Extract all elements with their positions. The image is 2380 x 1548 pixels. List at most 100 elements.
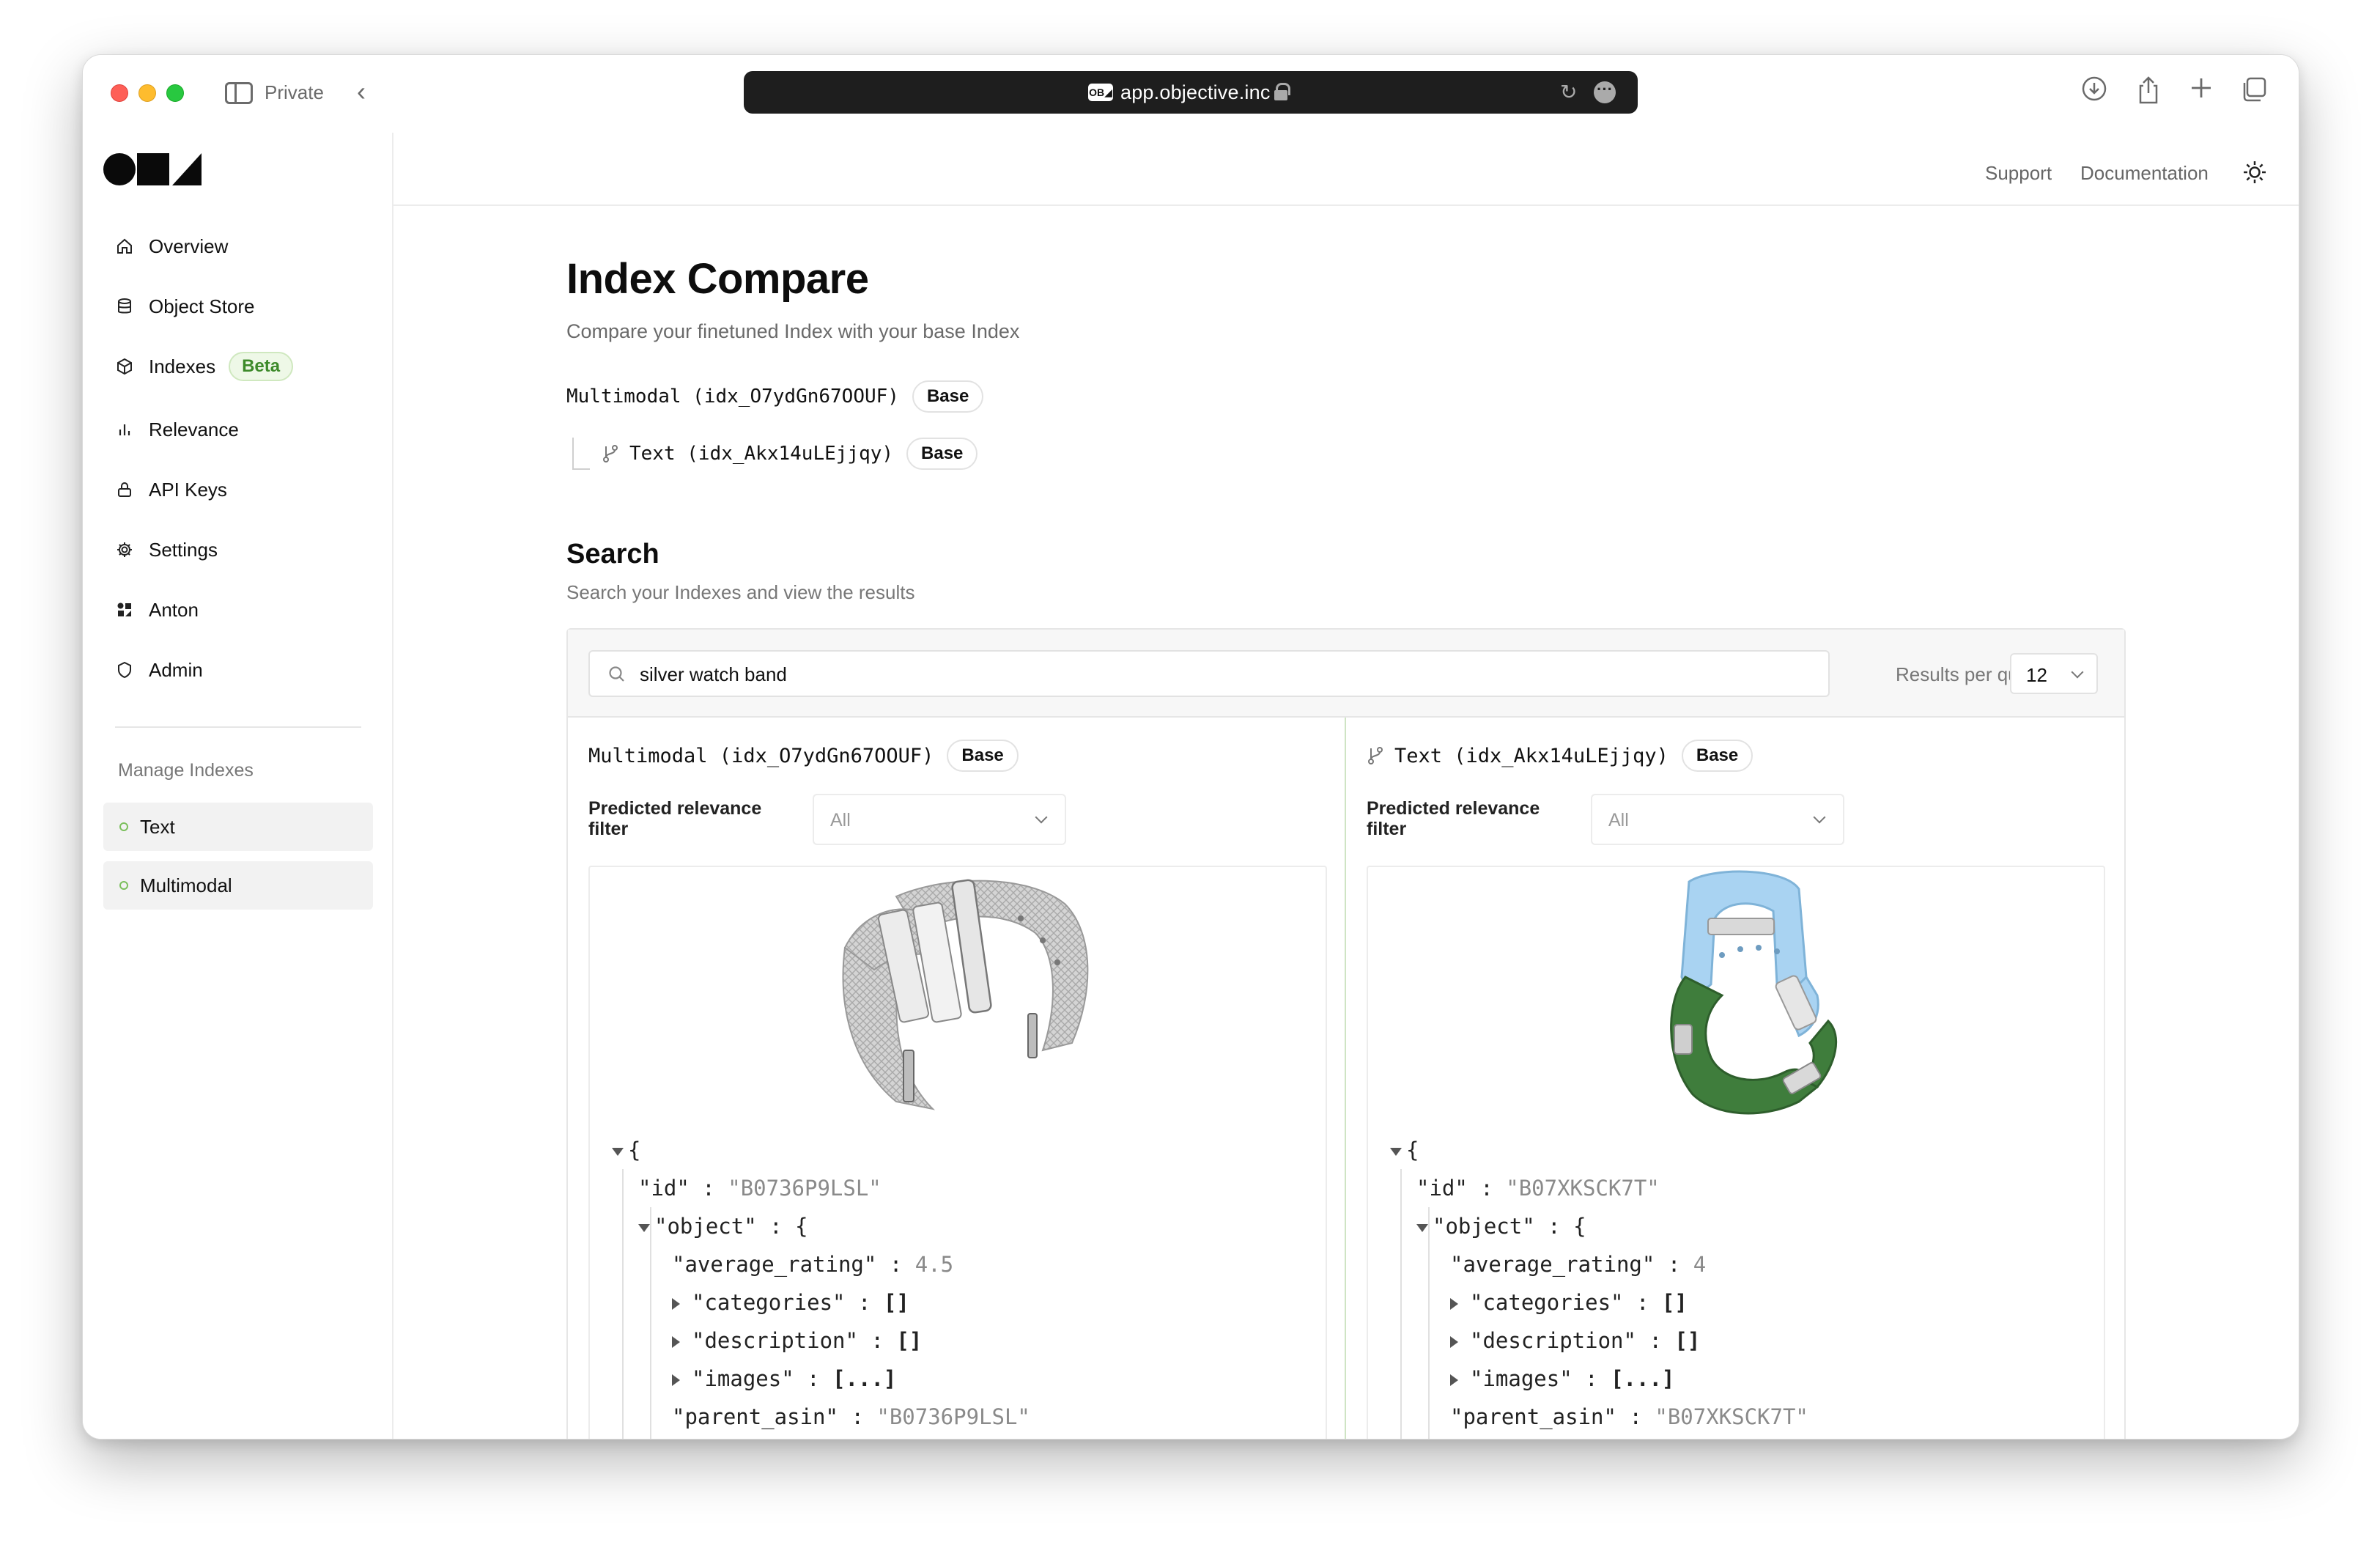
search-query-text[interactable]: silver watch band [640, 663, 787, 686]
expand-triangle-icon[interactable] [1450, 1298, 1458, 1310]
theme-toggle-sun-icon[interactable] [2242, 159, 2268, 185]
json-images-row[interactable]: "images" : [...] [1390, 1360, 1808, 1398]
sidebar-index-multimodal[interactable]: Multimodal [103, 861, 373, 910]
sidebar-index-text[interactable]: Text [103, 803, 373, 851]
search-input[interactable]: silver watch band [588, 650, 1830, 697]
json-images-row[interactable]: "images" : [...] [612, 1360, 1030, 1398]
collapse-triangle-icon[interactable] [1390, 1147, 1402, 1156]
chevron-down-icon [1813, 811, 1826, 824]
index-tree-connector [572, 438, 590, 470]
relevance-filter-select[interactable]: All [1591, 794, 1844, 845]
url-text[interactable]: app.objective.inc [1120, 81, 1271, 104]
nav-settings-label: Settings [149, 538, 218, 561]
results-per-query-select[interactable]: 12 [2010, 653, 2098, 694]
nav-overview-label: Overview [149, 235, 229, 257]
json-root[interactable]: { [612, 1131, 1030, 1169]
chevron-down-icon [1035, 811, 1048, 824]
column-header: Text (idx_Akx14uLEjjqy) Base [1367, 740, 1753, 772]
product-image-silicone-bands [1670, 870, 1838, 1115]
new-tab-icon[interactable] [2184, 75, 2218, 109]
json-rating-row: "average_rating" : 4 [1450, 1252, 1707, 1277]
nav-admin-label: Admin [149, 658, 203, 681]
nav-api-keys-label: API Keys [149, 478, 227, 501]
nav-indexes[interactable]: Indexes Beta [115, 348, 364, 385]
app-sidebar: Overview Object Store Indexes Beta Relev… [83, 133, 393, 1439]
search-icon [607, 665, 627, 684]
json-rating-row: "average_rating" : 4.5 [672, 1252, 954, 1277]
private-mode-label: Private [265, 81, 324, 103]
relevance-filter-value: All [830, 810, 851, 830]
json-object-row[interactable]: "object" : { [612, 1207, 1030, 1245]
beta-badge: Beta [229, 352, 294, 381]
sidebar-index-multimodal-label: Multimodal [140, 874, 232, 896]
git-branch-icon [1367, 746, 1384, 765]
nav-object-store[interactable]: Object Store [115, 288, 364, 325]
sidebar-toggle-icon[interactable] [225, 82, 253, 104]
reload-icon[interactable]: ↻ [1560, 80, 1577, 104]
json-id-row: "id" : "B07XKSCK7T" [1416, 1176, 1660, 1201]
expand-triangle-icon[interactable] [672, 1374, 680, 1386]
search-header: silver watch band Results per query 12 [568, 630, 2124, 718]
child-index-row: Text (idx_Akx14uLEjjqy) Base [602, 438, 978, 470]
json-description-row[interactable]: "description" : [] [612, 1322, 1030, 1360]
manage-indexes-heading: Manage Indexes [118, 760, 254, 781]
close-window-button[interactable] [111, 84, 128, 102]
results-column-multimodal: Multimodal (idx_O7ydGn67OOUF) Base Predi… [568, 718, 1346, 1439]
browser-titlebar: Private ‹ OB◢ app.objective.inc ↻ ··· [83, 55, 2299, 133]
nav-admin[interactable]: Admin [115, 652, 364, 688]
documentation-link[interactable]: Documentation [2080, 162, 2209, 185]
share-icon[interactable] [2132, 75, 2165, 109]
result-card[interactable]: { "id" : "B0736P9LSL" "object" : { "aver… [588, 866, 1327, 1439]
browser-window: Private ‹ OB◢ app.objective.inc ↻ ··· Ov… [82, 54, 2299, 1440]
json-description-row[interactable]: "description" : [] [1390, 1322, 1808, 1360]
result-card[interactable]: { "id" : "B07XKSCK7T" "object" : { "aver… [1367, 866, 2105, 1439]
nav-anton[interactable]: Anton [115, 591, 364, 628]
nav-indexes-label: Indexes [149, 355, 216, 377]
chevron-down-icon [2071, 666, 2084, 679]
expand-triangle-icon[interactable] [1450, 1336, 1458, 1348]
json-object-row[interactable]: "object" : { [1390, 1207, 1808, 1245]
column-index-name: Multimodal (idx_O7ydGn67OOUF) [588, 744, 934, 767]
more-options-icon[interactable]: ··· [1594, 81, 1616, 103]
sidebar-divider [115, 726, 361, 728]
json-categories-row[interactable]: "categories" : [] [1390, 1283, 1808, 1322]
git-branch-icon [602, 444, 619, 463]
objective-logo[interactable] [103, 153, 206, 185]
relevance-filter-label: Predicted relevance filter [588, 798, 762, 839]
support-link[interactable]: Support [1985, 162, 2052, 185]
tab-overview-icon[interactable] [2237, 75, 2271, 109]
shield-icon [115, 660, 134, 679]
base-badge: Base [906, 438, 978, 470]
nav-api-keys[interactable]: API Keys [115, 471, 364, 508]
collapse-triangle-icon[interactable] [638, 1223, 650, 1232]
expand-triangle-icon[interactable] [672, 1298, 680, 1310]
zoom-window-button[interactable] [166, 84, 184, 102]
json-root[interactable]: { [1390, 1131, 1808, 1169]
json-parent-asin-row: "parent_asin" : "B0736P9LSL" [672, 1404, 1030, 1429]
collapse-triangle-icon[interactable] [612, 1147, 624, 1156]
nav-relevance-label: Relevance [149, 418, 239, 441]
base-index-name: Multimodal (idx_O7ydGn67OOUF) [566, 386, 899, 408]
relevance-filter-label: Predicted relevance filter [1367, 798, 1540, 839]
column-index-name: Text (idx_Akx14uLEjjqy) [1394, 744, 1668, 767]
download-icon[interactable] [2077, 75, 2111, 109]
relevance-filter-value: All [1608, 810, 1629, 830]
address-bar[interactable]: OB◢ app.objective.inc ↻ ··· [744, 71, 1638, 114]
database-icon [115, 297, 134, 316]
nav-overview[interactable]: Overview [115, 228, 364, 265]
base-badge: Base [947, 740, 1019, 772]
collapse-triangle-icon[interactable] [1416, 1223, 1428, 1232]
app-topbar: Support Documentation [393, 133, 2299, 206]
back-arrow-icon[interactable]: ‹ [357, 77, 366, 106]
index-status-dot-icon [119, 822, 128, 831]
expand-triangle-icon[interactable] [1450, 1374, 1458, 1386]
relevance-filter-select[interactable]: All [813, 794, 1066, 845]
expand-triangle-icon[interactable] [672, 1336, 680, 1348]
minimize-window-button[interactable] [138, 84, 156, 102]
json-categories-row[interactable]: "categories" : [] [612, 1283, 1030, 1322]
nav-settings[interactable]: Settings [115, 531, 364, 568]
nav-relevance[interactable]: Relevance [115, 411, 364, 448]
site-favicon-icon: OB◢ [1088, 84, 1113, 101]
index-status-dot-icon [119, 881, 128, 890]
sidebar-index-text-label: Text [140, 815, 175, 838]
